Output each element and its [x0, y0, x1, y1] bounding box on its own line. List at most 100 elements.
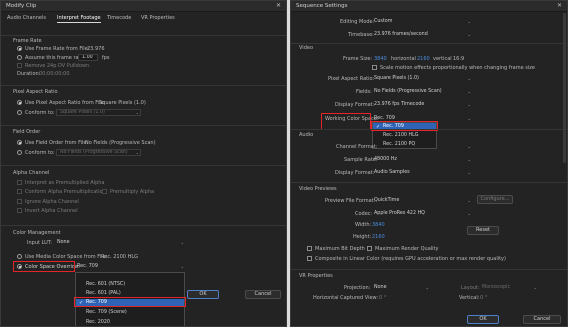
- menu-item-label: Rec. 709 (Scene): [86, 310, 127, 315]
- premultiply-alpha-checkbox[interactable]: [102, 189, 107, 194]
- projection-value: None: [374, 285, 387, 290]
- input-lut-dropdown[interactable]: None ⌄: [55, 239, 185, 246]
- conform-field-order-label: Conform to:: [25, 150, 55, 156]
- composite-linear-checkbox[interactable]: [307, 256, 312, 261]
- tab-audio-channels[interactable]: Audio Channels: [7, 13, 46, 23]
- section-heading-vr: VR Properties: [299, 273, 333, 279]
- tab-vr-properties[interactable]: VR Properties: [141, 13, 175, 23]
- menu-item-rec2020[interactable]: Rec. 2020: [76, 319, 184, 326]
- section-heading-video: Video: [299, 45, 314, 51]
- cancel-button[interactable]: Cancel: [245, 290, 281, 299]
- conform-alpha-checkbox[interactable]: [17, 189, 22, 194]
- layout-value: Monoscopic: [482, 285, 511, 290]
- editing-mode-value: Custom: [374, 19, 393, 24]
- use-frame-rate-radio[interactable]: [17, 46, 22, 51]
- file-field-order-value: No Fields (Progressive Scan): [85, 140, 156, 146]
- cancel-button[interactable]: Cancel: [523, 315, 561, 324]
- timebase-dropdown[interactable]: 23.976 frames/second ⌄: [372, 31, 472, 38]
- chevron-down-icon: ⌄: [425, 285, 429, 290]
- scrollbar[interactable]: [563, 13, 566, 163]
- chevron-down-icon: ⌄: [467, 19, 471, 24]
- scale-motion-label: Scale motion effects proportionally when…: [380, 65, 535, 71]
- input-lut-label: Input LUT:: [27, 240, 52, 246]
- max-bit-depth-checkbox[interactable]: [307, 246, 312, 251]
- divider: [1, 165, 286, 166]
- conform-field-order-radio[interactable]: [17, 150, 22, 155]
- display-format-dropdown[interactable]: 23.976 fps Timecode ⌄: [372, 101, 472, 108]
- vertical-label: vertical: [433, 56, 452, 62]
- fields-dropdown[interactable]: No Fields (Progressive Scan) ⌄: [372, 88, 472, 95]
- configure-button[interactable]: Configure...: [477, 195, 513, 204]
- close-icon[interactable]: ✕: [276, 2, 281, 9]
- chevron-down-icon: ⌄: [180, 264, 184, 269]
- assume-frame-rate-radio[interactable]: [17, 55, 22, 60]
- rec709-callout-box: [74, 297, 186, 307]
- max-render-quality-checkbox[interactable]: [367, 246, 372, 251]
- sample-rate-dropdown[interactable]: 48000 Hz ⌄: [372, 156, 472, 163]
- close-icon[interactable]: ✕: [557, 2, 562, 9]
- projection-dropdown[interactable]: None ⌄: [372, 284, 430, 291]
- menu-item-rec2100-hlg[interactable]: Rec. 2100 HLG: [373, 132, 436, 140]
- invert-alpha-checkbox[interactable]: [17, 208, 22, 213]
- frame-size-label: Frame Size:: [343, 56, 373, 62]
- tab-interpret-footage[interactable]: Interpret Footage: [57, 13, 101, 23]
- ok-button[interactable]: OK: [187, 290, 219, 299]
- conform-par-dropdown[interactable]: Square Pixels (1.0) ⌄: [56, 109, 141, 116]
- projection-label: Projection:: [344, 285, 371, 291]
- assume-frame-rate-input[interactable]: 1.00: [78, 54, 98, 61]
- color-space-override-dropdown[interactable]: Rec. 709 ⌄: [75, 263, 185, 270]
- width-label: Width:: [355, 222, 372, 228]
- file-par-value: Square Pixels (1.0): [99, 100, 146, 106]
- ignore-alpha-checkbox[interactable]: [17, 199, 22, 204]
- par-dropdown[interactable]: Square Pixels (1.0) ⌄: [372, 75, 472, 82]
- conform-alpha-label: Conform Alpha Premultiplication: [25, 189, 106, 195]
- sample-rate-value: 48000 Hz: [374, 157, 397, 162]
- channel-format-dropdown[interactable]: ⌄: [372, 143, 472, 150]
- premultiplied-checkbox[interactable]: [17, 180, 22, 185]
- audio-display-format-dropdown[interactable]: Audio Samples ⌄: [372, 169, 472, 176]
- tab-timecode[interactable]: Timecode: [107, 13, 131, 23]
- title-bar: Sequence Settings ✕: [291, 1, 567, 12]
- audio-display-format-value: Audio Samples: [374, 170, 410, 175]
- chevron-down-icon: ⌄: [467, 89, 471, 94]
- remove-pulldown-checkbox[interactable]: [17, 63, 22, 68]
- chevron-down-icon: ⌄: [467, 102, 471, 107]
- conform-par-radio[interactable]: [17, 110, 22, 115]
- codec-label: Codec:: [355, 211, 373, 217]
- width-input[interactable]: 3840: [372, 222, 385, 228]
- divider: [291, 269, 567, 270]
- conform-field-order-value: No Fields (Progressive Scan): [60, 150, 128, 155]
- use-media-color-space-radio[interactable]: [17, 254, 22, 259]
- frame-width-input[interactable]: 3840: [374, 56, 387, 62]
- horizontal-captured-label: Horizontal Captured View:: [313, 295, 379, 301]
- chevron-down-icon: ⌄: [467, 32, 471, 37]
- fields-value: No Fields (Progressive Scan): [374, 89, 442, 94]
- menu-item-rec601-ntsc[interactable]: Rec. 601 (NTSC): [76, 281, 184, 289]
- divider: [291, 182, 567, 183]
- menu-item-label: Rec. 2020: [86, 320, 110, 325]
- premultiply-alpha-label: Premultiply Alpha: [110, 189, 155, 195]
- use-field-order-radio[interactable]: [17, 140, 22, 145]
- scale-motion-checkbox[interactable]: [372, 65, 377, 70]
- height-input[interactable]: 2160: [372, 234, 385, 240]
- dialog-title: Sequence Settings: [296, 3, 348, 9]
- codec-dropdown[interactable]: Apple ProRes 422 HQ ⌄: [372, 210, 472, 217]
- use-media-color-space-label: Use Media Color Space from File:: [25, 254, 108, 260]
- frame-height-input[interactable]: 2160: [417, 56, 430, 62]
- display-format-value: 23.976 fps Timecode: [374, 102, 425, 107]
- ok-button[interactable]: OK: [467, 315, 499, 324]
- menu-item-rec709-scene[interactable]: Rec. 709 (Scene): [76, 309, 184, 317]
- ignore-alpha-label: Ignore Alpha Channel: [25, 199, 79, 205]
- use-par-radio[interactable]: [17, 100, 22, 105]
- chevron-down-icon: ⌄: [467, 170, 471, 175]
- modify-clip-dialog: Modify Clip ✕ Audio Channels Interpret F…: [0, 0, 287, 327]
- premultiplied-label: Interpret as Premultiplied Alpha: [25, 180, 105, 186]
- chevron-down-icon: ⌄: [467, 198, 471, 203]
- preview-file-format-dropdown[interactable]: QuickTime ⌄: [372, 197, 472, 204]
- layout-dropdown[interactable]: Monoscopic ⌄: [480, 284, 538, 291]
- chevron-down-icon: ⌄: [533, 285, 537, 290]
- preview-file-format-label: Preview File Format:: [325, 198, 376, 204]
- editing-mode-dropdown[interactable]: Custom ⌄: [372, 18, 472, 25]
- conform-field-order-dropdown[interactable]: No Fields (Progressive Scan) ⌄: [56, 149, 141, 156]
- reset-button[interactable]: Reset: [467, 226, 499, 235]
